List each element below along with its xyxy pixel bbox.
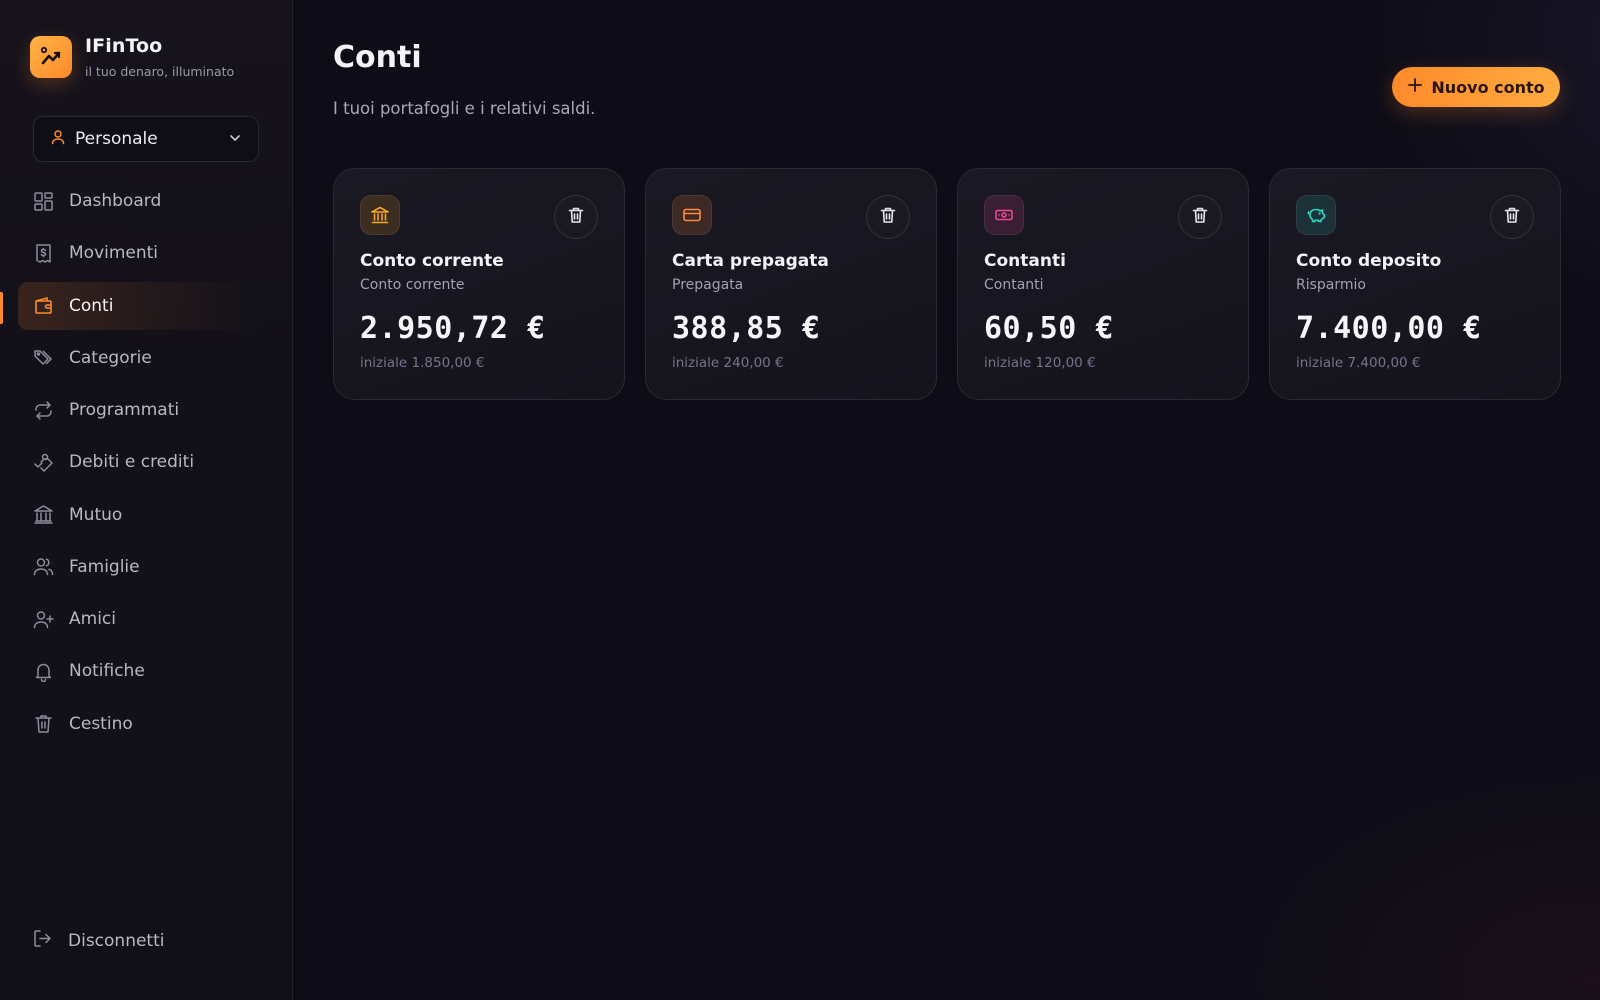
- sidebar-item-movimenti[interactable]: Movimenti: [18, 229, 264, 277]
- chevron-down-icon: [228, 130, 242, 149]
- sidebar-item-dashboard[interactable]: Dashboard: [18, 177, 264, 225]
- account-initial-balance: iniziale 240,00 €: [672, 355, 784, 371]
- account-type: Contanti: [984, 277, 1044, 293]
- sidebar-item-label: Movimenti: [69, 243, 159, 264]
- page-subtitle: I tuoi portafogli e i relativi saldi.: [333, 99, 596, 118]
- banknote-icon: [984, 195, 1024, 235]
- trend-logo-icon: [30, 36, 72, 78]
- sidebar-item-conti[interactable]: Conti: [18, 281, 264, 330]
- trash-icon: [1503, 206, 1521, 228]
- bank-icon: [32, 504, 54, 526]
- logout-icon: [32, 928, 53, 953]
- page-title: Conti: [333, 40, 422, 75]
- receipt-icon: [32, 242, 54, 264]
- sidebar-item-amici[interactable]: Amici: [18, 595, 264, 643]
- account-balance: 7.400,00 €: [1296, 311, 1482, 346]
- sidebar-item-label: Mutuo: [69, 504, 123, 525]
- account-type: Conto corrente: [360, 277, 465, 293]
- delete-account-button[interactable]: [1178, 195, 1222, 239]
- account-name: Contanti: [984, 251, 1066, 271]
- tags-icon: [32, 347, 54, 369]
- delete-account-button[interactable]: [1490, 195, 1534, 239]
- sidebar-nav: Dashboard Movimenti Conti Categorie Prog…: [18, 177, 264, 752]
- piggy-bank-icon: [1296, 195, 1336, 235]
- account-card[interactable]: Carta prepagata Prepagata 388,85 € inizi…: [645, 168, 937, 400]
- brand-tagline: il tuo denaro, illuminato: [85, 64, 235, 79]
- logout-button[interactable]: Disconnetti: [32, 928, 164, 953]
- account-initial-balance: iniziale 120,00 €: [984, 355, 1096, 371]
- sidebar-item-programmati[interactable]: Programmati: [18, 386, 264, 434]
- sidebar-item-label: Conti: [69, 295, 114, 316]
- sidebar-item-categorie[interactable]: Categorie: [18, 334, 264, 382]
- trash-icon: [567, 206, 585, 228]
- sidebar: IFinToo il tuo denaro, illuminato Person…: [0, 0, 293, 1000]
- app-root: IFinToo il tuo denaro, illuminato Person…: [0, 0, 1600, 1000]
- sidebar-item-label: Dashboard: [69, 191, 162, 211]
- wallet-icon: [32, 295, 54, 317]
- account-cards: Conto corrente Conto corrente 2.950,72 €…: [333, 168, 1561, 400]
- new-account-label: Nuovo conto: [1431, 77, 1545, 97]
- brand-name: IFinToo: [85, 35, 163, 57]
- user-plus-icon: [32, 608, 54, 630]
- sidebar-item-label: Notifiche: [69, 661, 145, 682]
- sidebar-item-cestino[interactable]: Cestino: [18, 700, 264, 748]
- sidebar-item-label: Debiti e crediti: [69, 452, 195, 473]
- active-indicator: [0, 292, 3, 324]
- dashboard-icon: [32, 190, 54, 212]
- new-account-button[interactable]: Nuovo conto: [1392, 67, 1560, 107]
- account-card[interactable]: Conto corrente Conto corrente 2.950,72 €…: [333, 168, 625, 400]
- handshake-icon: [32, 451, 54, 473]
- sidebar-item-label: Categorie: [69, 347, 152, 368]
- trash-icon: [32, 713, 54, 735]
- account-name: Carta prepagata: [672, 251, 829, 271]
- account-type: Prepagata: [672, 277, 744, 293]
- account-card[interactable]: Conto deposito Risparmio 7.400,00 € iniz…: [1269, 168, 1561, 400]
- delete-account-button[interactable]: [554, 195, 598, 239]
- sidebar-item-debiti[interactable]: Debiti e crediti: [18, 438, 264, 486]
- account-name: Conto corrente: [360, 251, 504, 271]
- sidebar-item-label: Programmati: [69, 400, 180, 420]
- sidebar-item-famiglie[interactable]: Famiglie: [18, 543, 264, 591]
- account-name: Conto deposito: [1296, 251, 1442, 271]
- sidebar-item-mutuo[interactable]: Mutuo: [18, 491, 264, 539]
- account-balance: 388,85 €: [672, 311, 821, 346]
- bank-icon: [360, 195, 400, 235]
- sidebar-item-label: Famiglie: [69, 556, 140, 577]
- trash-icon: [1191, 206, 1209, 228]
- profile-select[interactable]: Personale: [33, 116, 259, 162]
- profile-label: Personale: [75, 129, 158, 149]
- repeat-icon: [32, 399, 54, 421]
- sidebar-item-label: Cestino: [69, 713, 133, 734]
- account-card[interactable]: Contanti Contanti 60,50 € iniziale 120,0…: [957, 168, 1249, 400]
- trash-icon: [879, 206, 897, 228]
- brand[interactable]: IFinToo il tuo denaro, illuminato: [30, 35, 234, 79]
- account-balance: 60,50 €: [984, 311, 1114, 346]
- bell-icon: [32, 660, 54, 682]
- users-icon: [32, 556, 54, 578]
- account-type: Risparmio: [1296, 277, 1366, 293]
- credit-card-icon: [672, 195, 712, 235]
- account-initial-balance: iniziale 1.850,00 €: [360, 355, 485, 371]
- user-icon: [50, 129, 66, 149]
- sidebar-item-notifiche[interactable]: Notifiche: [18, 647, 264, 695]
- account-initial-balance: iniziale 7.400,00 €: [1296, 355, 1421, 371]
- main-content: Conti I tuoi portafogli e i relativi sal…: [293, 0, 1600, 1000]
- sidebar-item-label: Amici: [69, 609, 116, 629]
- logout-label: Disconnetti: [68, 930, 165, 951]
- delete-account-button[interactable]: [866, 195, 910, 239]
- plus-icon: [1407, 77, 1423, 97]
- account-balance: 2.950,72 €: [360, 311, 546, 346]
